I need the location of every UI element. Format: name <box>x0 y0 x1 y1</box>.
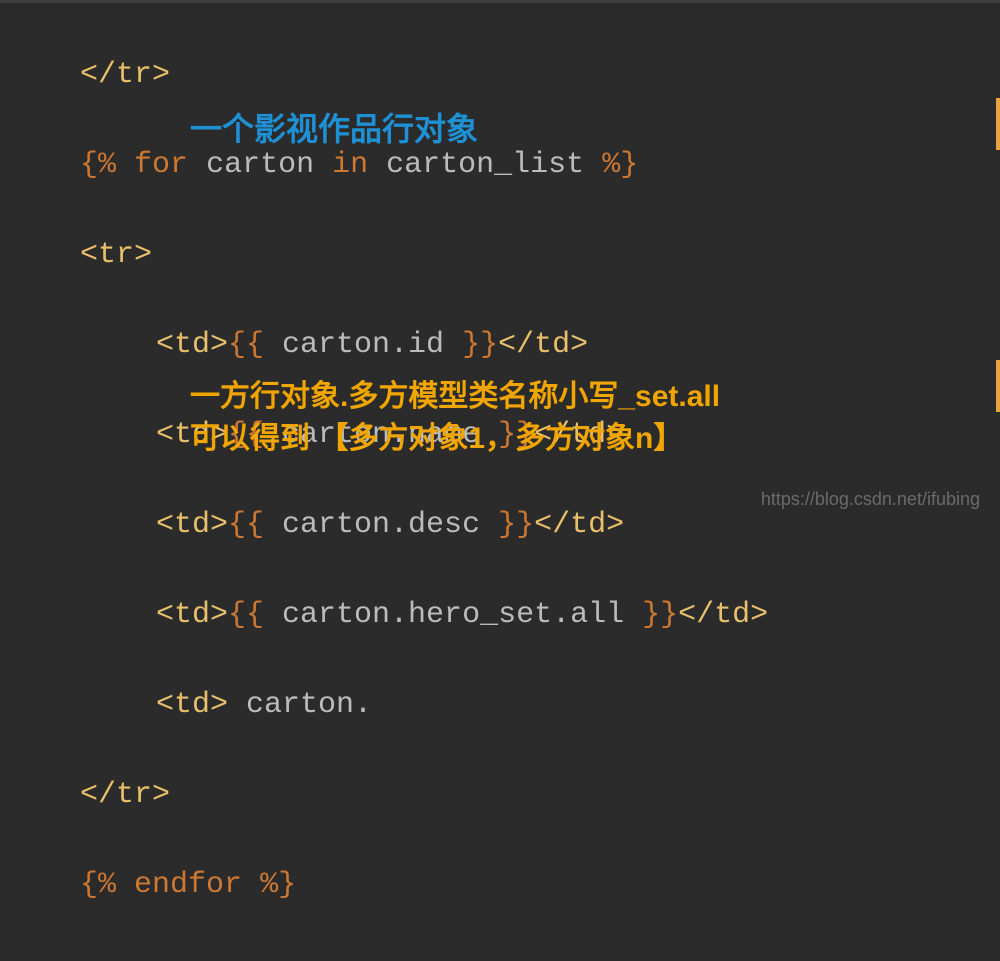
tag-close-tr: </tr> <box>80 58 170 92</box>
code-line-2: {% for carton in carton_list %} <box>0 143 1000 188</box>
code-line-1: </tr> <box>0 53 1000 98</box>
scroll-marker-1 <box>996 98 1000 150</box>
tag-open-tr: <tr> <box>80 238 152 272</box>
code-line-9: </tr> <box>0 773 1000 818</box>
code-line-8: <td> carton. <box>0 683 1000 728</box>
annotation-orange-line2: 可以得到 【多方对象1，多方对象n】 <box>190 422 683 455</box>
code-line-3: <tr> <box>0 233 1000 278</box>
watermark: https://blog.csdn.net/ifubing <box>761 489 980 510</box>
code-line-10: {% endfor %} <box>0 863 1000 908</box>
annotation-blue: 一个影视作品行对象 <box>190 104 478 150</box>
scroll-marker-2 <box>996 360 1000 412</box>
code-line-7: <td>{{ carton.hero_set.all }}</td> <box>0 593 1000 638</box>
code-line-4: <td>{{ carton.id }}</td> <box>0 323 1000 368</box>
top-border <box>0 0 1000 3</box>
annotation-orange: 一方行对象.多方模型类名称小写_set.all 可以得到 【多方对象1，多方对象… <box>190 376 720 460</box>
annotation-orange-line1: 一方行对象.多方模型类名称小写_set.all <box>190 380 720 413</box>
tag-close-tr-2: </tr> <box>80 778 170 812</box>
code-block: </tr> {% for carton in carton_list %} <t… <box>0 0 1000 961</box>
